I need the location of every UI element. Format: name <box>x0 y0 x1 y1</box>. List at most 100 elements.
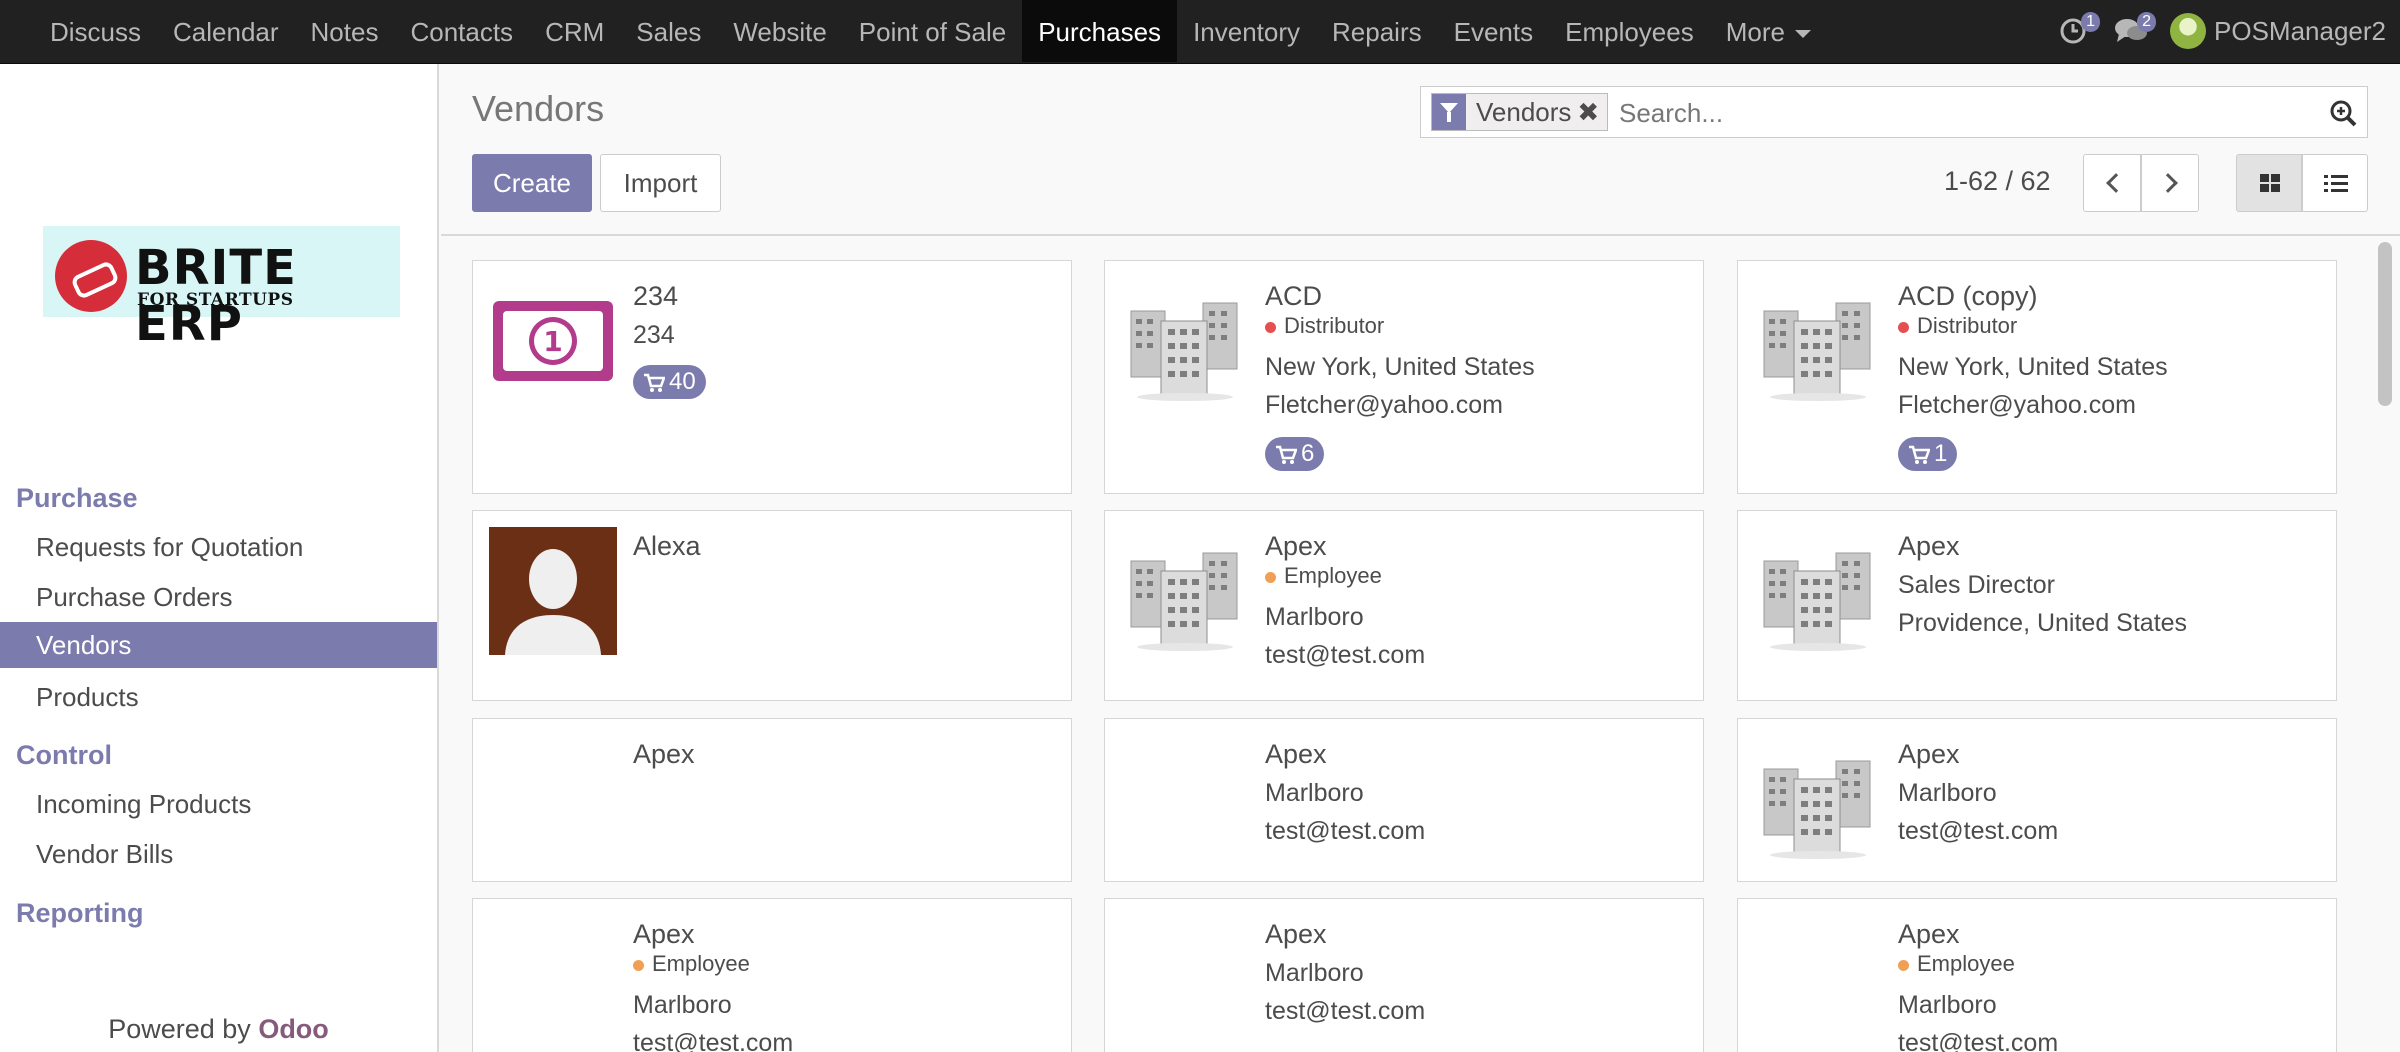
menu-repairs[interactable]: Repairs <box>1316 0 1438 62</box>
vendor-card[interactable]: ACD (copy) Distributor New York, United St… <box>1737 260 2337 494</box>
company-building-icon <box>1754 527 1882 655</box>
messages-button[interactable]: 2 <box>2114 12 2157 46</box>
kanban-view-button[interactable] <box>2236 154 2302 212</box>
vendor-card[interactable]: Apex <box>472 718 1072 882</box>
search-icon[interactable] <box>2329 99 2357 127</box>
user-avatar[interactable] <box>2170 13 2207 49</box>
menu-crm[interactable]: CRM <box>529 0 620 62</box>
menu-purchases[interactable]: Purchases <box>1022 0 1178 62</box>
sidebar-item-products[interactable]: Products <box>0 674 437 720</box>
brite-logo-icon <box>55 240 127 312</box>
list-view-button[interactable] <box>2302 154 2368 212</box>
tag-color-dot <box>1898 959 1909 971</box>
activity-count-badge: 1 <box>2081 12 2101 32</box>
user-menu[interactable]: POSManager2 <box>2214 16 2386 47</box>
purchase-order-count: 6 <box>1301 440 1315 467</box>
vendor-card[interactable]: Apex Employee Marlboro test@test.com <box>1737 898 2337 1052</box>
vendor-name: 234 <box>633 281 679 311</box>
odoo-link[interactable]: Odoo <box>258 1014 328 1044</box>
vendor-detail-line: Marlboro <box>1898 991 1997 1019</box>
import-button[interactable]: Import <box>600 154 721 212</box>
sidebar: BRITE ERP FOR STARTUPS Purchase Requests… <box>0 64 439 1052</box>
tag-color-dot <box>1265 571 1276 583</box>
vendor-detail-line: New York, United States <box>1265 353 1535 381</box>
sidebar-item-requests-for-quotation[interactable]: Requests for Quotation <box>0 524 437 570</box>
company-building-icon <box>1754 735 1882 863</box>
vendor-detail-line: test@test.com <box>1265 641 1426 669</box>
menu-more-label: More <box>1725 17 1785 47</box>
vendor-detail-line: Marlboro <box>1898 779 1997 807</box>
purchase-order-count: 40 <box>669 368 696 395</box>
vendor-detail-line: test@test.com <box>1265 817 1426 845</box>
facet-label: Vendors <box>1476 96 1572 127</box>
vendor-card[interactable]: Apex Employee Marlboro test@test.com <box>472 898 1072 1052</box>
powered-by-text: Powered by <box>108 1014 251 1044</box>
vendor-card[interactable]: Apex Sales Director Providence, United Sta… <box>1737 510 2337 701</box>
vendor-name: ACD (copy) <box>1898 281 2038 311</box>
menu-inventory[interactable]: Inventory <box>1177 0 1316 62</box>
person-avatar <box>489 527 617 655</box>
message-count-badge: 2 <box>2137 12 2157 32</box>
menu-events[interactable]: Events <box>1438 0 1550 62</box>
pager-value[interactable]: 1-62 / 62 <box>1944 166 2051 197</box>
tag-label: Employee <box>1917 951 2015 976</box>
scrollbar-thumb[interactable] <box>2378 242 2392 406</box>
chevron-left-icon <box>2106 173 2126 193</box>
menu-website[interactable]: Website <box>717 0 842 62</box>
menu-more[interactable]: More <box>1710 0 1827 62</box>
menu-contacts[interactable]: Contacts <box>394 0 529 62</box>
vendor-tag: Employee <box>1898 951 2015 977</box>
vendor-card[interactable]: Apex Marlboro test@test.com <box>1104 898 1704 1052</box>
purchase-orders-button[interactable]: 1 <box>1898 437 1958 471</box>
vendor-name: Apex <box>1898 919 1960 949</box>
vendor-detail-line: test@test.com <box>1898 1029 2059 1052</box>
sidebar-item-vendors[interactable]: Vendors <box>0 622 437 668</box>
tag-color-dot <box>633 959 644 971</box>
grid-icon <box>2260 174 2280 192</box>
create-button[interactable]: Create <box>472 154 592 212</box>
menu-discuss[interactable]: Discuss <box>34 0 157 62</box>
sidebar-item-purchase-orders[interactable]: Purchase Orders <box>0 574 437 620</box>
vendor-card[interactable]: Apex Marlboro test@test.com <box>1737 718 2337 882</box>
vendor-detail-line: Marlboro <box>633 991 732 1019</box>
pager-next-button[interactable] <box>2141 154 2199 212</box>
sidebar-item-incoming-products[interactable]: Incoming Products <box>0 781 437 827</box>
scrollbar[interactable] <box>2374 238 2396 1052</box>
vendor-detail-line: Sales Director <box>1898 571 2055 599</box>
company-logo: BRITE ERP FOR STARTUPS <box>43 226 400 352</box>
sidebar-item-vendor-bills[interactable]: Vendor Bills <box>0 831 437 877</box>
vendor-name: Apex <box>633 739 695 769</box>
vendor-detail-line: Marlboro <box>1265 959 1364 987</box>
vendor-detail-line: test@test.com <box>1265 997 1426 1025</box>
pager-previous-button[interactable] <box>2083 154 2141 212</box>
vendor-card[interactable]: Apex Marlboro test@test.com <box>1104 718 1704 882</box>
menu-employees[interactable]: Employees <box>1549 0 1710 62</box>
purchase-orders-button[interactable]: 40 <box>633 365 706 399</box>
vendor-card[interactable]: Apex Employee Marlboro test@test.com <box>1104 510 1704 701</box>
search-facet: Vendors ✖ <box>1431 93 1609 131</box>
tag-label: Employee <box>1284 563 1382 588</box>
vendor-card[interactable]: Alexa <box>472 510 1072 701</box>
vendor-detail-line: test@test.com <box>1898 817 2059 845</box>
menu-sales[interactable]: Sales <box>620 0 717 62</box>
vendor-card[interactable]: ACD Distributor New York, United States Fle… <box>1104 260 1704 494</box>
search-input[interactable] <box>1619 95 2299 131</box>
vendor-detail-line: Providence, United States <box>1898 609 2188 637</box>
activity-button[interactable]: 1 <box>2058 12 2101 46</box>
vendor-card[interactable]: 1 234 234 40 <box>472 260 1072 494</box>
company-building-icon <box>1754 277 1882 405</box>
purchase-orders-button[interactable]: 6 <box>1265 437 1325 471</box>
vendor-detail-line: Fletcher@yahoo.com <box>1898 391 2136 419</box>
menu-calendar[interactable]: Calendar <box>157 0 295 62</box>
facet-remove-icon[interactable]: ✖ <box>1577 97 1607 128</box>
vendor-name: Apex <box>633 919 695 949</box>
section-title-reporting[interactable]: Reporting <box>16 898 144 929</box>
menu-point-of-sale[interactable]: Point of Sale <box>843 0 1022 62</box>
app-menu: Discuss Calendar Notes Contacts CRM Sale… <box>34 0 1827 62</box>
caret-down-icon <box>1794 30 1811 39</box>
tag-color-dot <box>1265 321 1276 333</box>
menu-notes[interactable]: Notes <box>295 0 395 62</box>
section-title-purchase: Purchase <box>16 483 138 513</box>
vendor-tag: Employee <box>633 951 750 977</box>
powered-by: Powered by Odoo <box>0 1014 437 1045</box>
